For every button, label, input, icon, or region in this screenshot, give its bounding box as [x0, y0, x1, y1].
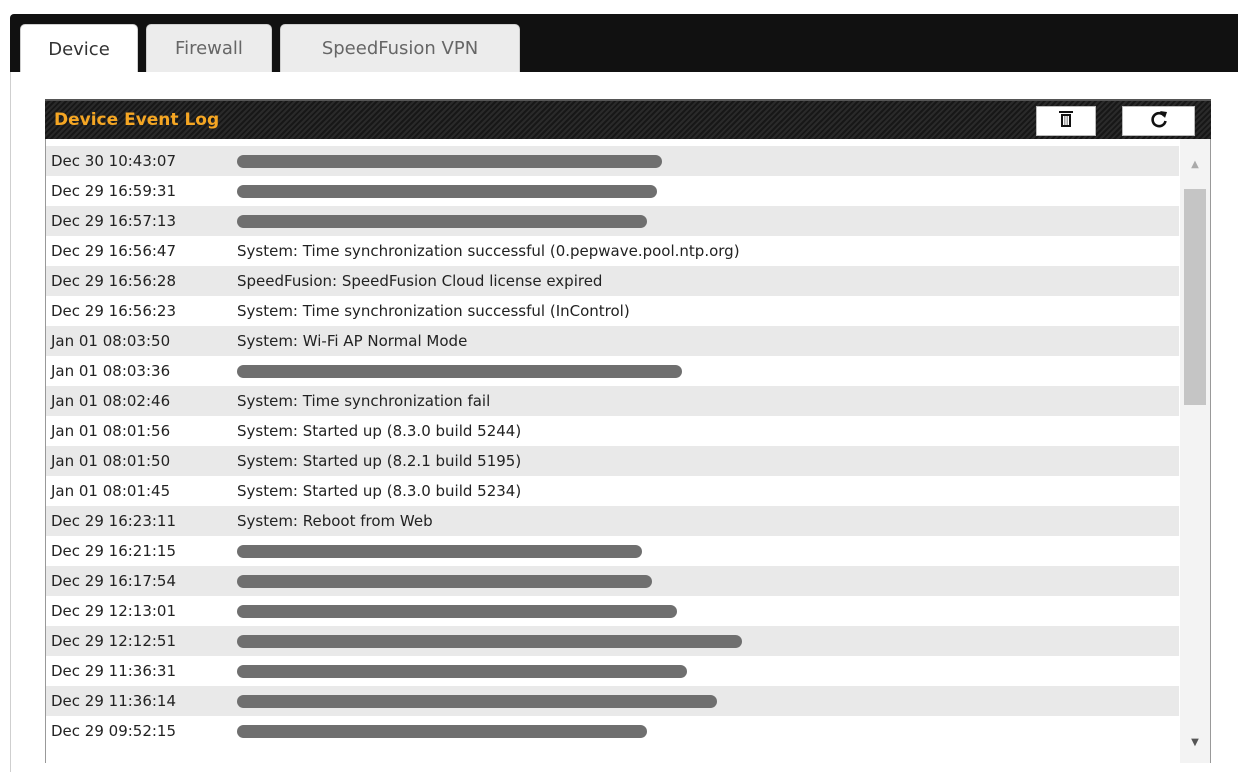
log-row: Dec 29 12:13:01 [46, 596, 1179, 626]
log-message: System: Started up (8.2.1 build 5195) [237, 452, 522, 470]
log-timestamp: Dec 29 12:13:01 [51, 602, 177, 620]
redacted-message-bar [237, 184, 657, 198]
log-message [237, 566, 1179, 596]
log-timestamp: Dec 29 16:21:15 [51, 542, 177, 560]
log-row: Jan 01 08:02:46 System: Time synchronizat… [46, 386, 1179, 416]
tab-speedfusion-vpn-label: SpeedFusion VPN [321, 38, 479, 59]
log-message [237, 146, 1179, 176]
log-row: Dec 29 16:56:23 System: Time synchronizat… [46, 296, 1179, 326]
log-message: System: Started up (8.3.0 build 5244) [237, 422, 522, 440]
redacted-message-bar [237, 604, 677, 618]
log-timestamp: Dec 30 10:43:07 [51, 152, 177, 170]
log-row: Dec 29 16:23:11 System: Reboot from Web [46, 506, 1179, 536]
scroll-down-arrow-icon[interactable]: ▼ [1180, 737, 1210, 751]
log-message [237, 536, 1179, 566]
log-row: Dec 29 16:21:15 [46, 536, 1179, 566]
refresh-log-button[interactable] [1122, 106, 1195, 136]
log-message: SpeedFusion: SpeedFusion Cloud license e… [237, 272, 603, 290]
log-timestamp: Jan 01 08:01:50 [51, 452, 171, 470]
log-timestamp: Jan 01 08:01:56 [51, 422, 171, 440]
event-log-header: Device Event Log [45, 99, 1211, 139]
log-timestamp: Dec 29 16:56:28 [51, 272, 177, 290]
log-timestamp: Jan 01 08:03:36 [51, 362, 171, 380]
log-row: Dec 29 16:59:31 [46, 176, 1179, 206]
log-row: Dec 29 09:52:15 [46, 716, 1179, 746]
log-row: Dec 29 16:56:47 System: Time synchronizat… [46, 236, 1179, 266]
log-timestamp: Jan 01 08:02:46 [51, 392, 171, 410]
redacted-message-bar [237, 544, 642, 558]
log-timestamp: Jan 01 08:01:45 [51, 482, 171, 500]
log-message [237, 656, 1179, 686]
redacted-message-bar [237, 634, 742, 648]
log-row: Dec 29 16:57:13 [46, 206, 1179, 236]
log-timestamp: Dec 29 11:36:31 [51, 662, 177, 680]
log-message [237, 176, 1179, 206]
log-scrollbar[interactable]: ▲ ▼ [1180, 139, 1210, 763]
log-timestamp: Dec 29 09:52:15 [51, 722, 177, 740]
log-row: Dec 30 10:43:07 [46, 146, 1179, 176]
redacted-message-bar [237, 724, 647, 738]
refresh-icon [1149, 109, 1169, 133]
log-timestamp: Dec 29 16:17:54 [51, 572, 177, 590]
redacted-message-bar [237, 574, 652, 588]
scroll-up-arrow-icon[interactable]: ▲ [1180, 159, 1210, 173]
redacted-message-bar [237, 664, 687, 678]
log-row: Dec 29 16:17:54 [46, 566, 1179, 596]
log-message: System: Time synchronization fail [237, 392, 491, 410]
redacted-message-bar [237, 694, 717, 708]
log-timestamp: Jan 01 08:03:50 [51, 332, 171, 350]
log-row: Dec 29 16:56:28 SpeedFusion: SpeedFusion … [46, 266, 1179, 296]
log-timestamp: Dec 29 16:59:31 [51, 182, 177, 200]
clear-log-button[interactable] [1036, 106, 1096, 136]
redacted-message-bar [237, 154, 662, 168]
log-row: Jan 01 08:03:50 System: Wi-Fi AP Normal M… [46, 326, 1179, 356]
log-message [237, 596, 1179, 626]
log-message: System: Reboot from Web [237, 512, 433, 530]
log-message [237, 206, 1179, 236]
log-row: Jan 01 08:03:36 [46, 356, 1179, 386]
log-row: Jan 01 08:01:56 System: Started up (8.3.0… [46, 416, 1179, 446]
log-row: Dec 29 11:36:14 [46, 686, 1179, 716]
log-row: Jan 01 08:01:50 System: Started up (8.2.1… [46, 446, 1179, 476]
log-row: Dec 29 12:12:51 [46, 626, 1179, 656]
tab-speedfusion-vpn[interactable]: SpeedFusion VPN [280, 24, 520, 72]
log-timestamp: Dec 29 11:36:14 [51, 692, 177, 710]
log-message [237, 626, 1179, 656]
log-message: System: Wi-Fi AP Normal Mode [237, 332, 468, 350]
event-log-title: Device Event Log [54, 110, 220, 130]
log-timestamp: Dec 29 16:56:47 [51, 242, 177, 260]
log-timestamp: Dec 29 16:57:13 [51, 212, 177, 230]
app-frame: Device Firewall SpeedFusion VPN Device E… [10, 14, 1238, 774]
tab-device[interactable]: Device [20, 24, 138, 74]
event-log-list[interactable]: Dec 30 10:43:07 Dec 29 16:59:31 Dec 29 16:… [45, 139, 1211, 763]
log-message [237, 356, 1179, 386]
tab-firewall-label: Firewall [175, 38, 243, 59]
event-log-rows: Dec 30 10:43:07 Dec 29 16:59:31 Dec 29 16:… [46, 146, 1179, 746]
log-row: Dec 29 11:36:31 [46, 656, 1179, 686]
log-message [237, 716, 1179, 746]
tab-firewall[interactable]: Firewall [146, 24, 272, 72]
log-message: System: Time synchronization successful … [237, 242, 740, 260]
scrollbar-thumb[interactable] [1184, 189, 1206, 405]
redacted-message-bar [237, 214, 647, 228]
log-timestamp: Dec 29 16:23:11 [51, 512, 177, 530]
log-timestamp: Dec 29 16:56:23 [51, 302, 177, 320]
trash-icon [1058, 110, 1074, 132]
tab-device-label: Device [48, 39, 110, 60]
log-row: Jan 01 08:01:45 System: Started up (8.3.0… [46, 476, 1179, 506]
log-message [237, 686, 1179, 716]
log-message: System: Started up (8.3.0 build 5234) [237, 482, 522, 500]
log-timestamp: Dec 29 12:12:51 [51, 632, 177, 650]
log-message: System: Time synchronization successful … [237, 302, 630, 320]
redacted-message-bar [237, 364, 682, 378]
